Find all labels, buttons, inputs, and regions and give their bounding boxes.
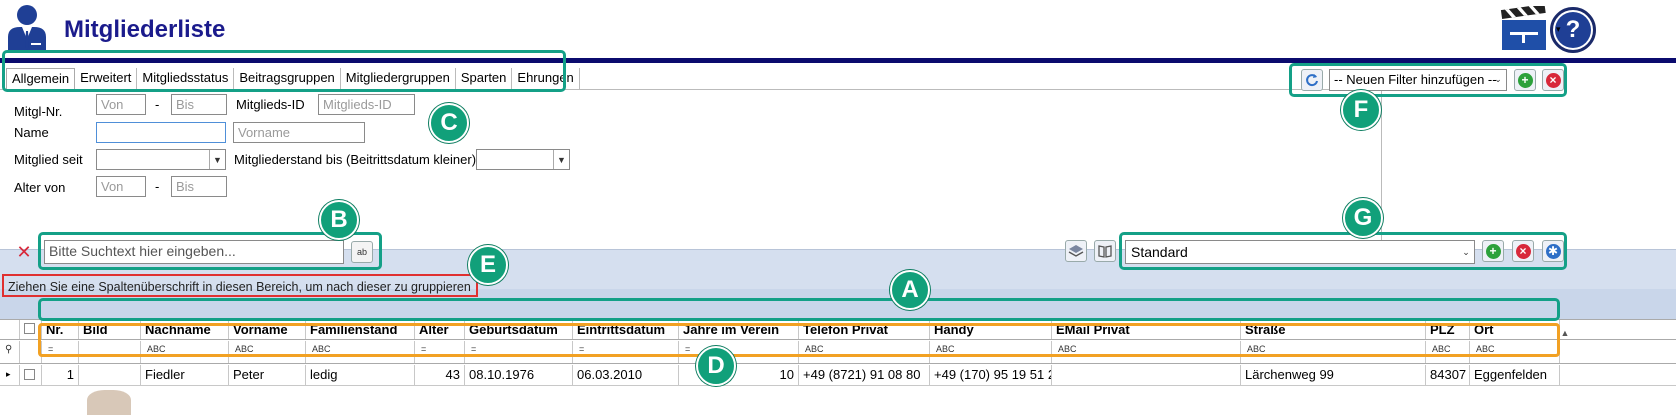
- expand-col: [0, 320, 20, 339]
- scrollbar[interactable]: ▲: [1559, 328, 1571, 388]
- name-input[interactable]: [96, 122, 226, 143]
- range-dash: -: [155, 179, 160, 194]
- cell-plz: 84307: [1426, 365, 1470, 386]
- clapperboard-icon[interactable]: [1500, 3, 1548, 52]
- cell-handy: +49 (170) 95 19 51 2: [930, 365, 1052, 386]
- alter-from-input[interactable]: Von: [96, 176, 146, 197]
- table-row[interactable]: ▸ 1 Fiedler Peter ledig 43 08.10.1976 06…: [0, 365, 1676, 386]
- cell-geburtsdatum: 08.10.1976: [465, 365, 573, 386]
- cell-bild: [79, 365, 141, 386]
- mitgl-nr-from-input[interactable]: Von: [96, 94, 146, 115]
- mitgliederstand-label: Mitgliederstand bis (Beitrittsdatum klei…: [234, 152, 477, 167]
- chevron-down-icon[interactable]: ▼: [553, 150, 569, 169]
- annotation-columns-box: [38, 298, 1560, 321]
- annotation-layout-box: [1119, 232, 1567, 270]
- cell-vorname: Peter: [229, 365, 306, 386]
- annotation-badge-b: B: [319, 200, 359, 240]
- annotation-badge-e: E: [468, 245, 508, 285]
- cell-nachname: Fiedler: [141, 365, 229, 386]
- annotation-badge-c: C: [429, 103, 469, 143]
- vorname-input[interactable]: Vorname: [233, 122, 365, 143]
- annotation-badge-g: G: [1343, 198, 1383, 238]
- mitglieds-id-input[interactable]: Mitglieds-ID: [318, 94, 415, 115]
- mitgl-nr-label: Mitgl-Nr.: [14, 104, 63, 119]
- cell-telefon: +49 (8721) 91 08 80: [799, 365, 930, 386]
- book-icon[interactable]: [1094, 240, 1116, 262]
- cell-email: [1052, 365, 1241, 386]
- cell-ort: Eggenfelden: [1470, 365, 1560, 386]
- alter-von-label: Alter von: [14, 180, 66, 195]
- annotation-badge-a: A: [890, 270, 930, 310]
- filter-row-icon: ⚲: [0, 341, 20, 363]
- annotation-badge-d: D: [696, 346, 736, 386]
- annotation-tabs-box: [2, 50, 566, 92]
- range-dash: -: [155, 97, 160, 112]
- cell-eintrittsdatum: 06.03.2010: [573, 365, 679, 386]
- chevron-down-icon[interactable]: ▼: [209, 150, 225, 169]
- cell-alter: 43: [415, 365, 465, 386]
- member-logo-icon: [6, 3, 48, 53]
- mitgliederstand-date[interactable]: ▼: [476, 149, 570, 170]
- clear-search-icon[interactable]: ✕: [13, 241, 35, 263]
- cell-nr: 1: [42, 365, 79, 386]
- scroll-up-icon[interactable]: ▲: [1559, 328, 1571, 338]
- mitglied-seit-date[interactable]: ▼: [96, 149, 226, 170]
- mitglieds-id-label: Mitglieds-ID: [236, 97, 305, 112]
- member-photo: [87, 390, 131, 415]
- annotation-filter-box: [1289, 63, 1567, 97]
- cell-strasse: Lärchenweg 99: [1241, 365, 1426, 386]
- table-row[interactable]: [0, 386, 1676, 415]
- mitglied-seit-label: Mitglied seit: [14, 152, 83, 167]
- row-indicator-icon: ▸: [0, 365, 20, 386]
- mitgl-nr-to-input[interactable]: Bis: [171, 94, 227, 115]
- annotation-group-box: [2, 274, 478, 297]
- annotation-filter-row-box: [38, 323, 1560, 357]
- cell-familienstand: ledig: [306, 365, 415, 386]
- menu-dropdown-icon[interactable]: ▾: [1556, 24, 1561, 35]
- name-label: Name: [14, 125, 49, 140]
- row-checkbox[interactable]: [20, 365, 42, 386]
- alter-to-input[interactable]: Bis: [171, 176, 227, 197]
- page-title: Mitgliederliste: [64, 16, 226, 43]
- annotation-badge-f: F: [1341, 90, 1381, 130]
- layers-icon[interactable]: [1065, 240, 1087, 262]
